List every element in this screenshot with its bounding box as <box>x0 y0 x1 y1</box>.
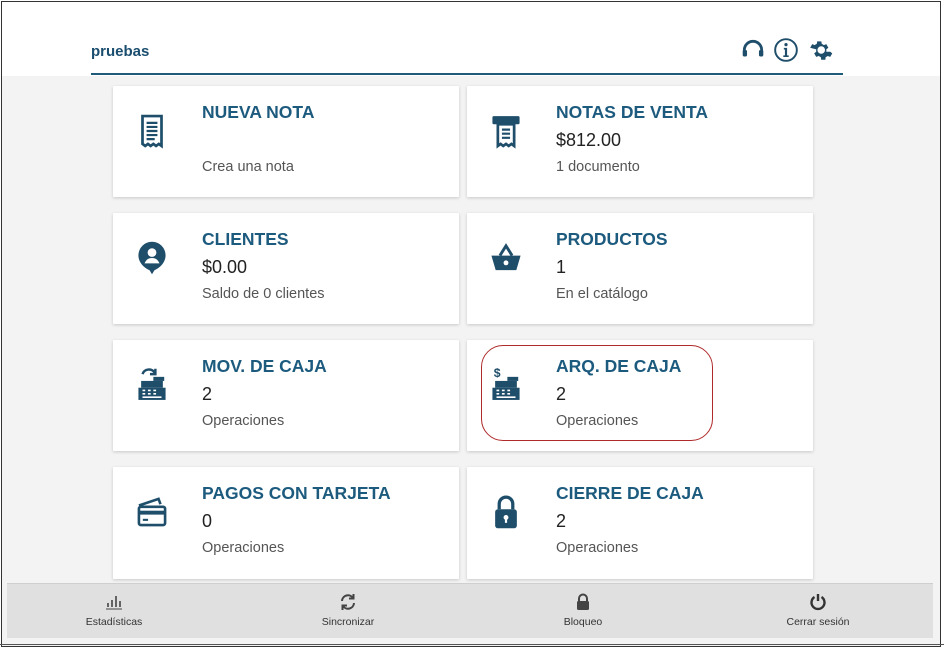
card-value: $0.00 <box>202 257 248 277</box>
card-arq-de-caja[interactable]: $ ARQ. DE CAJA 2 Operaciones <box>467 340 813 451</box>
card-value: 2 <box>202 384 213 404</box>
card-clientes[interactable]: CLIENTES $0.00 Saldo de 0 clientes <box>113 213 459 324</box>
card-value: 2 <box>556 511 567 531</box>
card-subtitle: Operaciones <box>556 413 639 429</box>
card-title: CLIENTES <box>202 229 289 249</box>
nav-label: Bloqueo <box>563 616 603 628</box>
card-subtitle: 1 documento <box>556 159 640 175</box>
card-title: MOV. DE CAJA <box>202 356 327 376</box>
nav-label: Estadísticas <box>85 616 143 628</box>
nav-sincronizar[interactable]: Sincronizar <box>268 592 428 628</box>
card-notas-de-venta[interactable]: NOTAS DE VENTA $812.00 1 documento <box>467 86 813 197</box>
card-subtitle: Crea una nota <box>202 159 294 175</box>
card-productos[interactable]: PRODUCTOS 1 En el catálogo <box>467 213 813 324</box>
card-subtitle: Operaciones <box>202 413 285 429</box>
nav-label: Sincronizar <box>321 616 375 628</box>
nav-label: Cerrar sesión <box>786 616 850 628</box>
card-nueva-nota[interactable]: NUEVA NOTA Crea una nota <box>113 86 459 197</box>
card-pagos-con-tarjeta[interactable]: PAGOS CON TARJETA 0 Operaciones <box>113 467 459 579</box>
receipt-icon <box>135 112 169 150</box>
card-title: NUEVA NOTA <box>202 102 315 122</box>
card-subtitle: Saldo de 0 clientes <box>202 286 325 302</box>
sync-icon <box>341 594 355 610</box>
user-pin-icon <box>135 239 169 277</box>
card-subtitle: Operaciones <box>202 540 285 556</box>
header: pruebas <box>2 2 940 76</box>
card-title: PRODUCTOS <box>556 229 668 249</box>
basket-icon <box>489 239 523 277</box>
power-icon <box>810 594 826 611</box>
cash-register-refresh-icon <box>135 366 169 404</box>
header-divider <box>91 73 843 75</box>
printer-receipt-icon <box>489 112 523 150</box>
app-title: pruebas <box>91 43 150 60</box>
nav-estadisticas[interactable]: Estadísticas <box>34 592 194 628</box>
card-title: NOTAS DE VENTA <box>556 102 708 122</box>
info-icon[interactable] <box>773 37 799 63</box>
card-value: $812.00 <box>556 130 622 150</box>
card-value: 2 <box>556 384 567 404</box>
card-subtitle: Operaciones <box>556 540 639 556</box>
card-value: 1 <box>556 257 567 277</box>
gear-icon[interactable] <box>808 37 834 63</box>
padlock-icon <box>489 493 523 531</box>
card-mov-de-caja[interactable]: MOV. DE CAJA 2 Operaciones <box>113 340 459 451</box>
headset-icon[interactable] <box>740 37 766 63</box>
bar-chart-icon <box>106 596 122 610</box>
bottom-nav: Estadísticas Sincronizar Bloqueo Cerrar … <box>7 583 933 638</box>
app-window: pruebas NUEVA NOTA Crea una nota NOTAS D… <box>1 1 941 647</box>
credit-cards-icon <box>135 493 169 531</box>
lock-icon <box>577 593 589 610</box>
card-subtitle: En el catálogo <box>556 286 648 302</box>
card-cierre-de-caja[interactable]: CIERRE DE CAJA 2 Operaciones <box>467 467 813 579</box>
nav-bloqueo[interactable]: Bloqueo <box>503 592 663 628</box>
cash-register-dollar-icon: $ <box>489 366 523 404</box>
card-title: PAGOS CON TARJETA <box>202 483 391 503</box>
svg-text:$: $ <box>494 366 501 380</box>
card-value: 0 <box>202 511 213 531</box>
card-title: CIERRE DE CAJA <box>556 483 704 503</box>
nav-cerrar-sesion[interactable]: Cerrar sesión <box>738 592 898 628</box>
window-bottom-border <box>0 644 944 645</box>
card-title: ARQ. DE CAJA <box>556 356 682 376</box>
